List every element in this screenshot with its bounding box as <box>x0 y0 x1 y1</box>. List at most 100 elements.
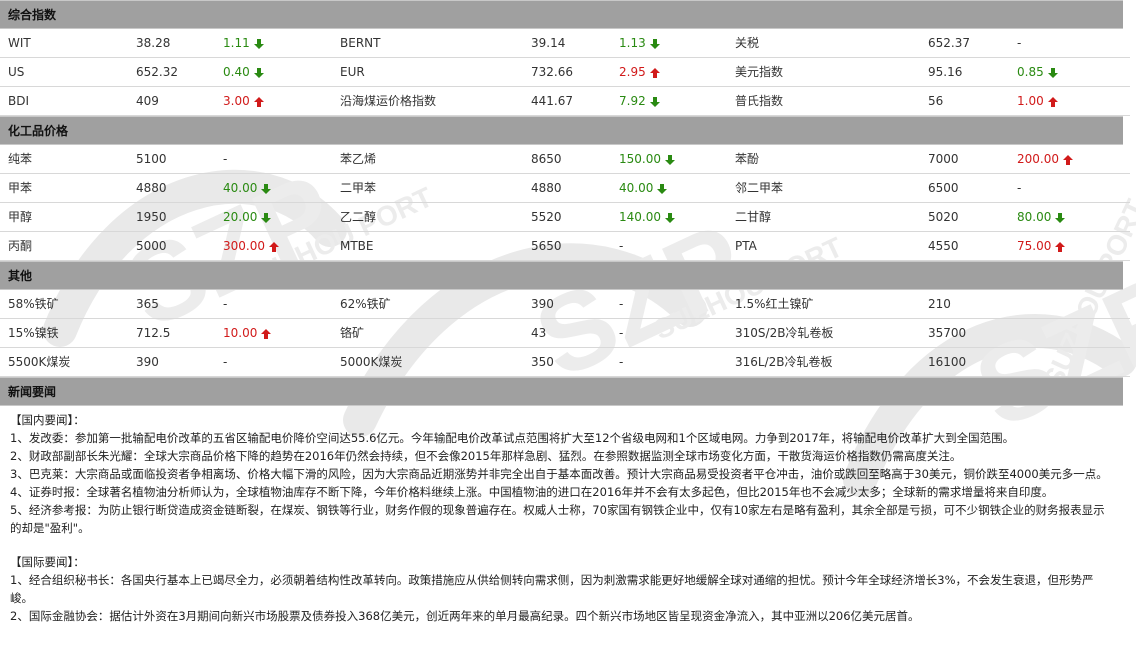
item-change-value: 20.00 <box>223 210 258 224</box>
item-value: 5000 <box>136 239 167 253</box>
item-change: 75.00 <box>1017 232 1066 261</box>
item-value: 652.32 <box>136 65 178 79</box>
item-change: - <box>223 145 227 174</box>
item-change: 80.00 <box>1017 203 1066 232</box>
arrow-down-icon <box>1047 67 1058 78</box>
item-change-value: 0.85 <box>1017 65 1044 79</box>
table-row: 15%镍铁 712.5 10.00 铬矿 43 - 310S/2B冷轧卷板 35700 <box>0 319 1130 348</box>
arrow-down-icon <box>665 154 675 165</box>
table-row: 丙酮 5000 300.00 MTBE 5650 - PTA 4550 75.00 <box>0 232 1130 261</box>
item-change: - <box>223 290 227 319</box>
arrow-down-icon <box>657 183 668 194</box>
item-change: 150.00 <box>619 145 675 174</box>
item-change: 7.92 <box>619 87 660 116</box>
arrow-up-icon <box>253 96 264 107</box>
item-name: US <box>8 65 25 79</box>
item-change: 20.00 <box>223 203 272 232</box>
item-value: 441.67 <box>531 94 573 108</box>
item-value: 210 <box>928 297 951 311</box>
table-row: 甲苯 4880 40.00 二甲苯 4880 40.00 邻二甲苯 6500 - <box>0 174 1130 203</box>
item-change: - <box>619 232 623 261</box>
item-change-value: - <box>619 297 624 311</box>
arrow-up-icon <box>1047 96 1058 107</box>
item-change: 3.00 <box>223 87 264 116</box>
arrow-up-icon <box>261 328 272 339</box>
arrow-up-icon <box>1063 154 1073 165</box>
item-change-value: - <box>619 355 624 369</box>
arrow-up-icon <box>1055 241 1066 252</box>
item-name: 铬矿 <box>340 326 365 340</box>
arrow-down-icon <box>665 212 675 223</box>
item-change: 1.11 <box>223 29 264 58</box>
item-change-value: 3.00 <box>223 94 250 108</box>
news-gap <box>10 537 1115 553</box>
item-change-value: 40.00 <box>619 181 654 195</box>
item-change-value: - <box>223 152 228 166</box>
item-change-value: 2.95 <box>619 65 646 79</box>
news-intl-heading: 【国际要闻】： <box>10 555 85 569</box>
item-value: 95.16 <box>928 65 963 79</box>
news-body: 【国内要闻】： 1、发改委：参加第一批输配电价改革的五省区输配电价降价空间达55.… <box>0 406 1123 625</box>
item-value: 409 <box>136 94 159 108</box>
item-name: 纯苯 <box>8 152 33 166</box>
item-change: 1.00 <box>1017 87 1058 116</box>
item-value: 4880 <box>136 181 167 195</box>
item-change-value: 40.00 <box>223 181 258 195</box>
news-item: 5、经济参考报：为防止银行断贷造成资金链断裂，在煤炭、钢铁等行业，财务作假的现象… <box>10 503 1105 535</box>
item-change: - <box>1017 174 1021 203</box>
item-name: EUR <box>340 65 365 79</box>
item-change: 2.95 <box>619 58 660 87</box>
item-name: 甲醇 <box>8 210 33 224</box>
item-name: 316L/2B冷轧卷板 <box>735 355 833 369</box>
item-name: 普氏指数 <box>735 94 784 108</box>
item-value: 39.14 <box>531 36 566 50</box>
table-row: 甲醇 1950 20.00 乙二醇 5520 140.00 二甘醇 5020 80.00 <box>0 203 1130 232</box>
item-change-value: - <box>1017 36 1022 50</box>
item-value: 4880 <box>531 181 562 195</box>
item-change-value: - <box>619 326 624 340</box>
item-change: - <box>223 348 227 377</box>
item-name: 58%铁矿 <box>8 297 59 311</box>
item-name: PTA <box>735 239 757 253</box>
arrow-down-icon <box>1055 212 1066 223</box>
news-item: 1、发改委：参加第一批输配电价改革的五省区输配电价降价空间达55.6亿元。今年输… <box>10 431 1015 445</box>
item-change: 0.85 <box>1017 58 1058 87</box>
item-change: 10.00 <box>223 319 272 348</box>
item-change: - <box>1017 29 1021 58</box>
table-row: US 652.32 0.40 EUR 732.66 2.95 美元指数 95.16 0.85 <box>0 58 1130 87</box>
item-name: 1.5%红土镍矿 <box>735 297 814 311</box>
news-item: 2、国际金融协会：据估计外资在3月期间向新兴市场股票及债券投入368亿美元，创近… <box>10 609 920 623</box>
item-change-value: - <box>223 355 228 369</box>
item-name: 沿海煤运价格指数 <box>340 94 437 108</box>
item-change: 300.00 <box>223 232 279 261</box>
item-value: 390 <box>136 355 159 369</box>
item-change-value: - <box>619 239 624 253</box>
item-value: 43 <box>531 326 547 340</box>
item-name: 邻二甲苯 <box>735 181 784 195</box>
item-change: - <box>619 319 623 348</box>
item-change-value: 75.00 <box>1017 239 1052 253</box>
section-header-chemical: 化工品价格 <box>0 116 1123 145</box>
item-value: 5650 <box>531 239 562 253</box>
item-value: 6500 <box>928 181 959 195</box>
item-change-value: 300.00 <box>223 239 265 253</box>
arrow-down-icon <box>649 38 660 49</box>
table-row: 58%铁矿 365 - 62%铁矿 390 - 1.5%红土镍矿 210 <box>0 290 1130 319</box>
section-header-news: 新闻要闻 <box>0 377 1123 406</box>
item-value: 16100 <box>928 355 967 369</box>
item-change: 1.13 <box>619 29 660 58</box>
item-change-value: 7.92 <box>619 94 646 108</box>
item-value: 365 <box>136 297 159 311</box>
item-change-value: 1.00 <box>1017 94 1044 108</box>
item-change: 0.40 <box>223 58 264 87</box>
item-change-value: 0.40 <box>223 65 250 79</box>
item-name: 甲苯 <box>8 181 33 195</box>
item-change: - <box>619 348 623 377</box>
item-value: 35700 <box>928 326 967 340</box>
table-row: 5500K煤炭 390 - 5000K煤炭 350 - 316L/2B冷轧卷板 16100 <box>0 348 1130 377</box>
item-name: 310S/2B冷轧卷板 <box>735 326 834 340</box>
table-row: 纯苯 5100 - 苯乙烯 8650 150.00 苯酚 7000 200.00 <box>0 145 1130 174</box>
item-name: BERNT <box>340 36 381 50</box>
item-change-value: 150.00 <box>619 152 661 166</box>
item-name: 62%铁矿 <box>340 297 391 311</box>
